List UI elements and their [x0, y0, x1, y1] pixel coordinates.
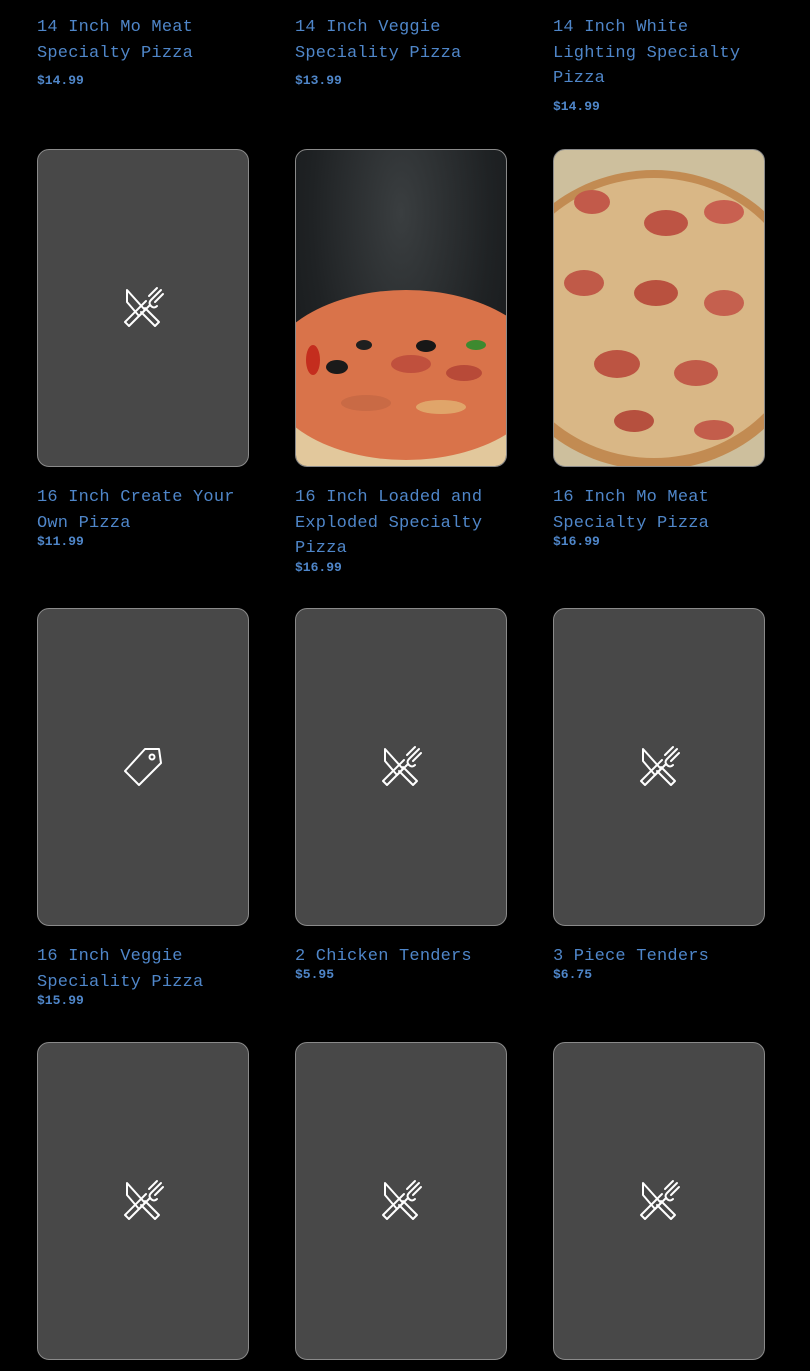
item-price: $6.75	[553, 967, 593, 982]
item-thumbnail[interactable]	[37, 149, 249, 467]
item-name[interactable]: 14 Inch Mo Meat Specialty Pizza	[37, 15, 249, 66]
item-name[interactable]: 16 Inch Veggie Speciality Pizza	[37, 944, 249, 995]
item-thumbnail[interactable]	[295, 608, 507, 926]
tag-icon	[124, 748, 162, 786]
item-thumbnail[interactable]	[37, 1042, 249, 1360]
utensils-icon	[382, 746, 422, 786]
item-name[interactable]: 3 Piece Tenders	[553, 944, 765, 970]
item-name[interactable]: 14 Inch Veggie Speciality Pizza	[295, 15, 507, 66]
item-price: $16.99	[295, 560, 342, 575]
utensils-icon	[640, 1180, 680, 1220]
item-name[interactable]: 16 Inch Mo Meat Specialty Pizza	[553, 485, 765, 536]
item-thumbnail[interactable]	[553, 1042, 765, 1360]
item-price: $11.99	[37, 534, 84, 549]
item-thumbnail[interactable]	[553, 149, 765, 467]
utensils-icon	[640, 746, 680, 786]
item-price: $13.99	[295, 73, 342, 88]
item-price: $5.95	[295, 967, 335, 982]
item-name[interactable]: 14 Inch White Lighting Specialty Pizza	[553, 15, 765, 92]
item-thumbnail[interactable]	[295, 149, 507, 467]
item-price: $15.99	[37, 993, 84, 1008]
utensils-icon	[382, 1180, 422, 1220]
utensils-icon	[124, 287, 164, 327]
item-price: $16.99	[553, 534, 600, 549]
utensils-icon	[124, 1180, 164, 1220]
item-name[interactable]: 16 Inch Create Your Own Pizza	[37, 485, 249, 536]
item-price: $14.99	[553, 99, 600, 114]
item-thumbnail[interactable]	[37, 608, 249, 926]
item-price: $14.99	[37, 73, 84, 88]
item-name[interactable]: 16 Inch Loaded and Exploded Specialty Pi…	[295, 485, 507, 562]
item-thumbnail[interactable]	[295, 1042, 507, 1360]
item-name[interactable]: 2 Chicken Tenders	[295, 944, 507, 970]
item-thumbnail[interactable]	[553, 608, 765, 926]
